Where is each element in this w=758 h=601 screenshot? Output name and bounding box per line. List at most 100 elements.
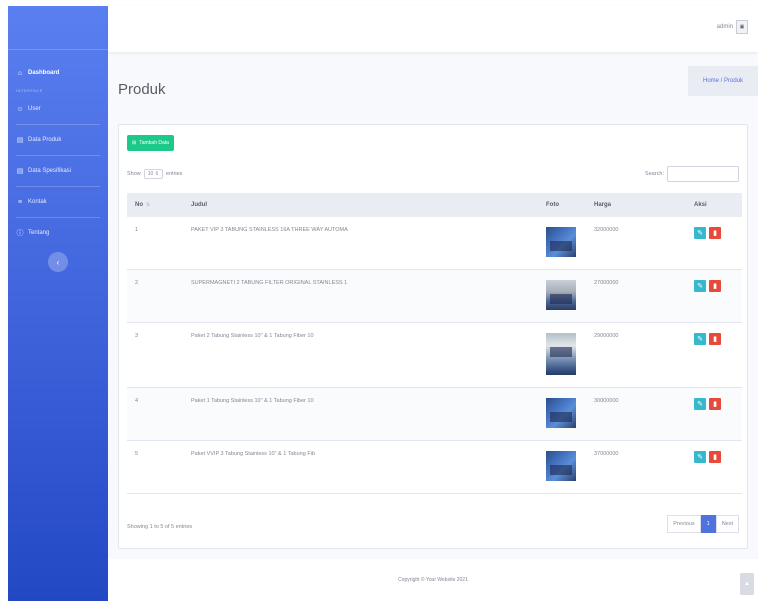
table-icon: ▤	[16, 168, 24, 175]
trash-icon: ▮	[713, 230, 717, 237]
cell-judul: SUPERMAGNETI 2 TABUNG FILTER ORIGINAL ST…	[191, 280, 348, 286]
pagination-page-1[interactable]: 1	[700, 515, 716, 533]
footer: Copyright © Your Website 2021	[108, 559, 758, 601]
pagination: Previous 1 Next	[667, 515, 739, 533]
show-label: Show	[127, 171, 141, 177]
product-image	[546, 280, 576, 310]
sidebar-item-user[interactable]: ☺ User	[8, 98, 108, 120]
user-icon: ☺	[16, 105, 24, 113]
column-header-no[interactable]: No ⇅	[127, 202, 191, 208]
show-entries: Show 10 ⇕ entries	[127, 169, 182, 179]
edit-button[interactable]: ✎	[694, 398, 706, 410]
column-label: No	[135, 202, 143, 208]
sidebar-divider	[16, 217, 100, 218]
sidebar-item-label: Dashboard	[28, 70, 60, 76]
footer-copyright: Copyright © Your Website 2021	[398, 577, 468, 583]
product-image	[546, 398, 576, 428]
product-image	[546, 333, 576, 375]
edit-icon: ✎	[697, 401, 703, 408]
sidebar-brand[interactable]	[8, 6, 108, 50]
cell-no: 3	[135, 333, 139, 339]
delete-button[interactable]: ▮	[709, 451, 721, 463]
cell-harga: 32000000	[594, 227, 619, 233]
cell-foto	[546, 280, 594, 310]
page-title: Produk	[118, 81, 166, 98]
search-label: Search:	[645, 171, 664, 177]
edit-icon: ✎	[697, 454, 703, 461]
column-label: Judul	[191, 202, 207, 208]
pagination-next[interactable]: Next	[715, 515, 739, 533]
cell-judul: Paket VVIP 3 Tabung Stainless 10" & 1 Ta…	[191, 451, 315, 457]
trash-icon: ▮	[713, 336, 717, 343]
cell-aksi: ✎ ▮	[672, 280, 742, 292]
edit-icon: ✎	[697, 230, 703, 237]
cell-no: 2	[135, 280, 139, 286]
edit-icon: ✎	[697, 283, 703, 290]
topbar: admin ▣	[108, 6, 758, 52]
sidebar-item-label: Tentang	[28, 230, 50, 236]
cell-harga: 27000000	[594, 280, 619, 286]
sidebar-divider	[16, 186, 100, 187]
cell-no: 4	[135, 398, 139, 404]
products-table: No ⇅ Judul Foto Harga Aksi 1 PAKET VIP 3 …	[127, 193, 742, 494]
column-header-foto[interactable]: Foto	[546, 202, 594, 208]
column-header-aksi[interactable]: Aksi	[672, 202, 742, 208]
cell-foto	[546, 451, 594, 481]
add-data-button[interactable]: ⊞ Tambah Data	[127, 135, 174, 151]
sidebar-heading: INTERFACE	[16, 88, 43, 93]
trash-icon: ▮	[713, 401, 717, 408]
add-data-label: Tambah Data	[139, 140, 169, 146]
cell-no: 5	[135, 451, 139, 457]
column-header-harga[interactable]: Harga	[594, 202, 672, 208]
sidebar-item-label: Kontak	[28, 199, 47, 205]
user-dropdown[interactable]: admin ▣	[717, 20, 748, 34]
sidebar-item-kontak[interactable]: ≡ Kontak	[8, 191, 108, 213]
cell-foto	[546, 398, 594, 428]
sidebar: ⌂ Dashboard INTERFACE ☺ User ▤ Data Prod…	[8, 6, 108, 601]
breadcrumb[interactable]: Home / Produk	[688, 66, 758, 96]
pagination-previous[interactable]: Previous	[667, 515, 701, 533]
user-name: admin	[716, 24, 733, 30]
chevron-left-icon: ‹	[56, 257, 60, 267]
product-image	[546, 451, 576, 481]
cell-no: 1	[135, 227, 139, 233]
search-input[interactable]	[667, 166, 739, 182]
cell-harga: 29000000	[594, 333, 619, 339]
sort-icon: ⇅	[146, 202, 151, 208]
edit-button[interactable]: ✎	[694, 227, 706, 239]
table-row: 5 Paket VVIP 3 Tabung Stainless 10" & 1 …	[127, 441, 742, 494]
delete-button[interactable]: ▮	[709, 280, 721, 292]
sidebar-item-tentang[interactable]: ⓘ Tentang	[8, 222, 108, 244]
table-row: 2 SUPERMAGNETI 2 TABUNG FILTER ORIGINAL …	[127, 270, 742, 323]
scroll-to-top-button[interactable]: ▲	[740, 573, 754, 595]
delete-button[interactable]: ▮	[709, 333, 721, 345]
cell-judul: PAKET VIP 3 TABUNG STAINLESS 16A THREE W…	[191, 227, 348, 233]
edit-icon: ✎	[697, 336, 703, 343]
table-row: 4 Paket 1 Tabung Stainless 10" & 1 Tabun…	[127, 388, 742, 441]
column-header-judul[interactable]: Judul	[191, 202, 546, 208]
edit-button[interactable]: ✎	[694, 280, 706, 292]
delete-button[interactable]: ▮	[709, 398, 721, 410]
table-icon: ▤	[16, 137, 24, 144]
cell-harga: 30000000	[594, 398, 619, 404]
delete-button[interactable]: ▮	[709, 227, 721, 239]
chevron-up-icon: ▲	[744, 581, 750, 587]
entries-label: entries	[165, 171, 183, 177]
table-row: 1 PAKET VIP 3 TABUNG STAINLESS 16A THREE…	[127, 217, 742, 270]
products-card: ⊞ Tambah Data Show 10 ⇕ entries Search: …	[118, 124, 748, 549]
sidebar-item-dashboard[interactable]: ⌂ Dashboard	[8, 62, 108, 84]
column-label: Harga	[594, 202, 612, 208]
cell-foto	[546, 227, 594, 257]
sidebar-item-data-produk[interactable]: ▤ Data Produk	[8, 129, 108, 151]
trash-icon: ▮	[713, 283, 717, 290]
edit-button[interactable]: ✎	[694, 333, 706, 345]
table-header: No ⇅ Judul Foto Harga Aksi	[127, 193, 742, 217]
info-icon: ⓘ	[16, 230, 24, 237]
sidebar-item-data-spesifikasi[interactable]: ▤ Data Spesifikasi	[8, 160, 108, 182]
edit-button[interactable]: ✎	[694, 451, 706, 463]
table-row: 3 Paket 2 Tabung Stainless 10" & 1 Tabun…	[127, 323, 742, 388]
sidebar-toggle-button[interactable]: ‹	[48, 252, 68, 272]
cell-foto	[546, 333, 594, 375]
entries-select[interactable]: 10 ⇕	[143, 169, 163, 179]
sidebar-item-label: User	[28, 106, 41, 112]
